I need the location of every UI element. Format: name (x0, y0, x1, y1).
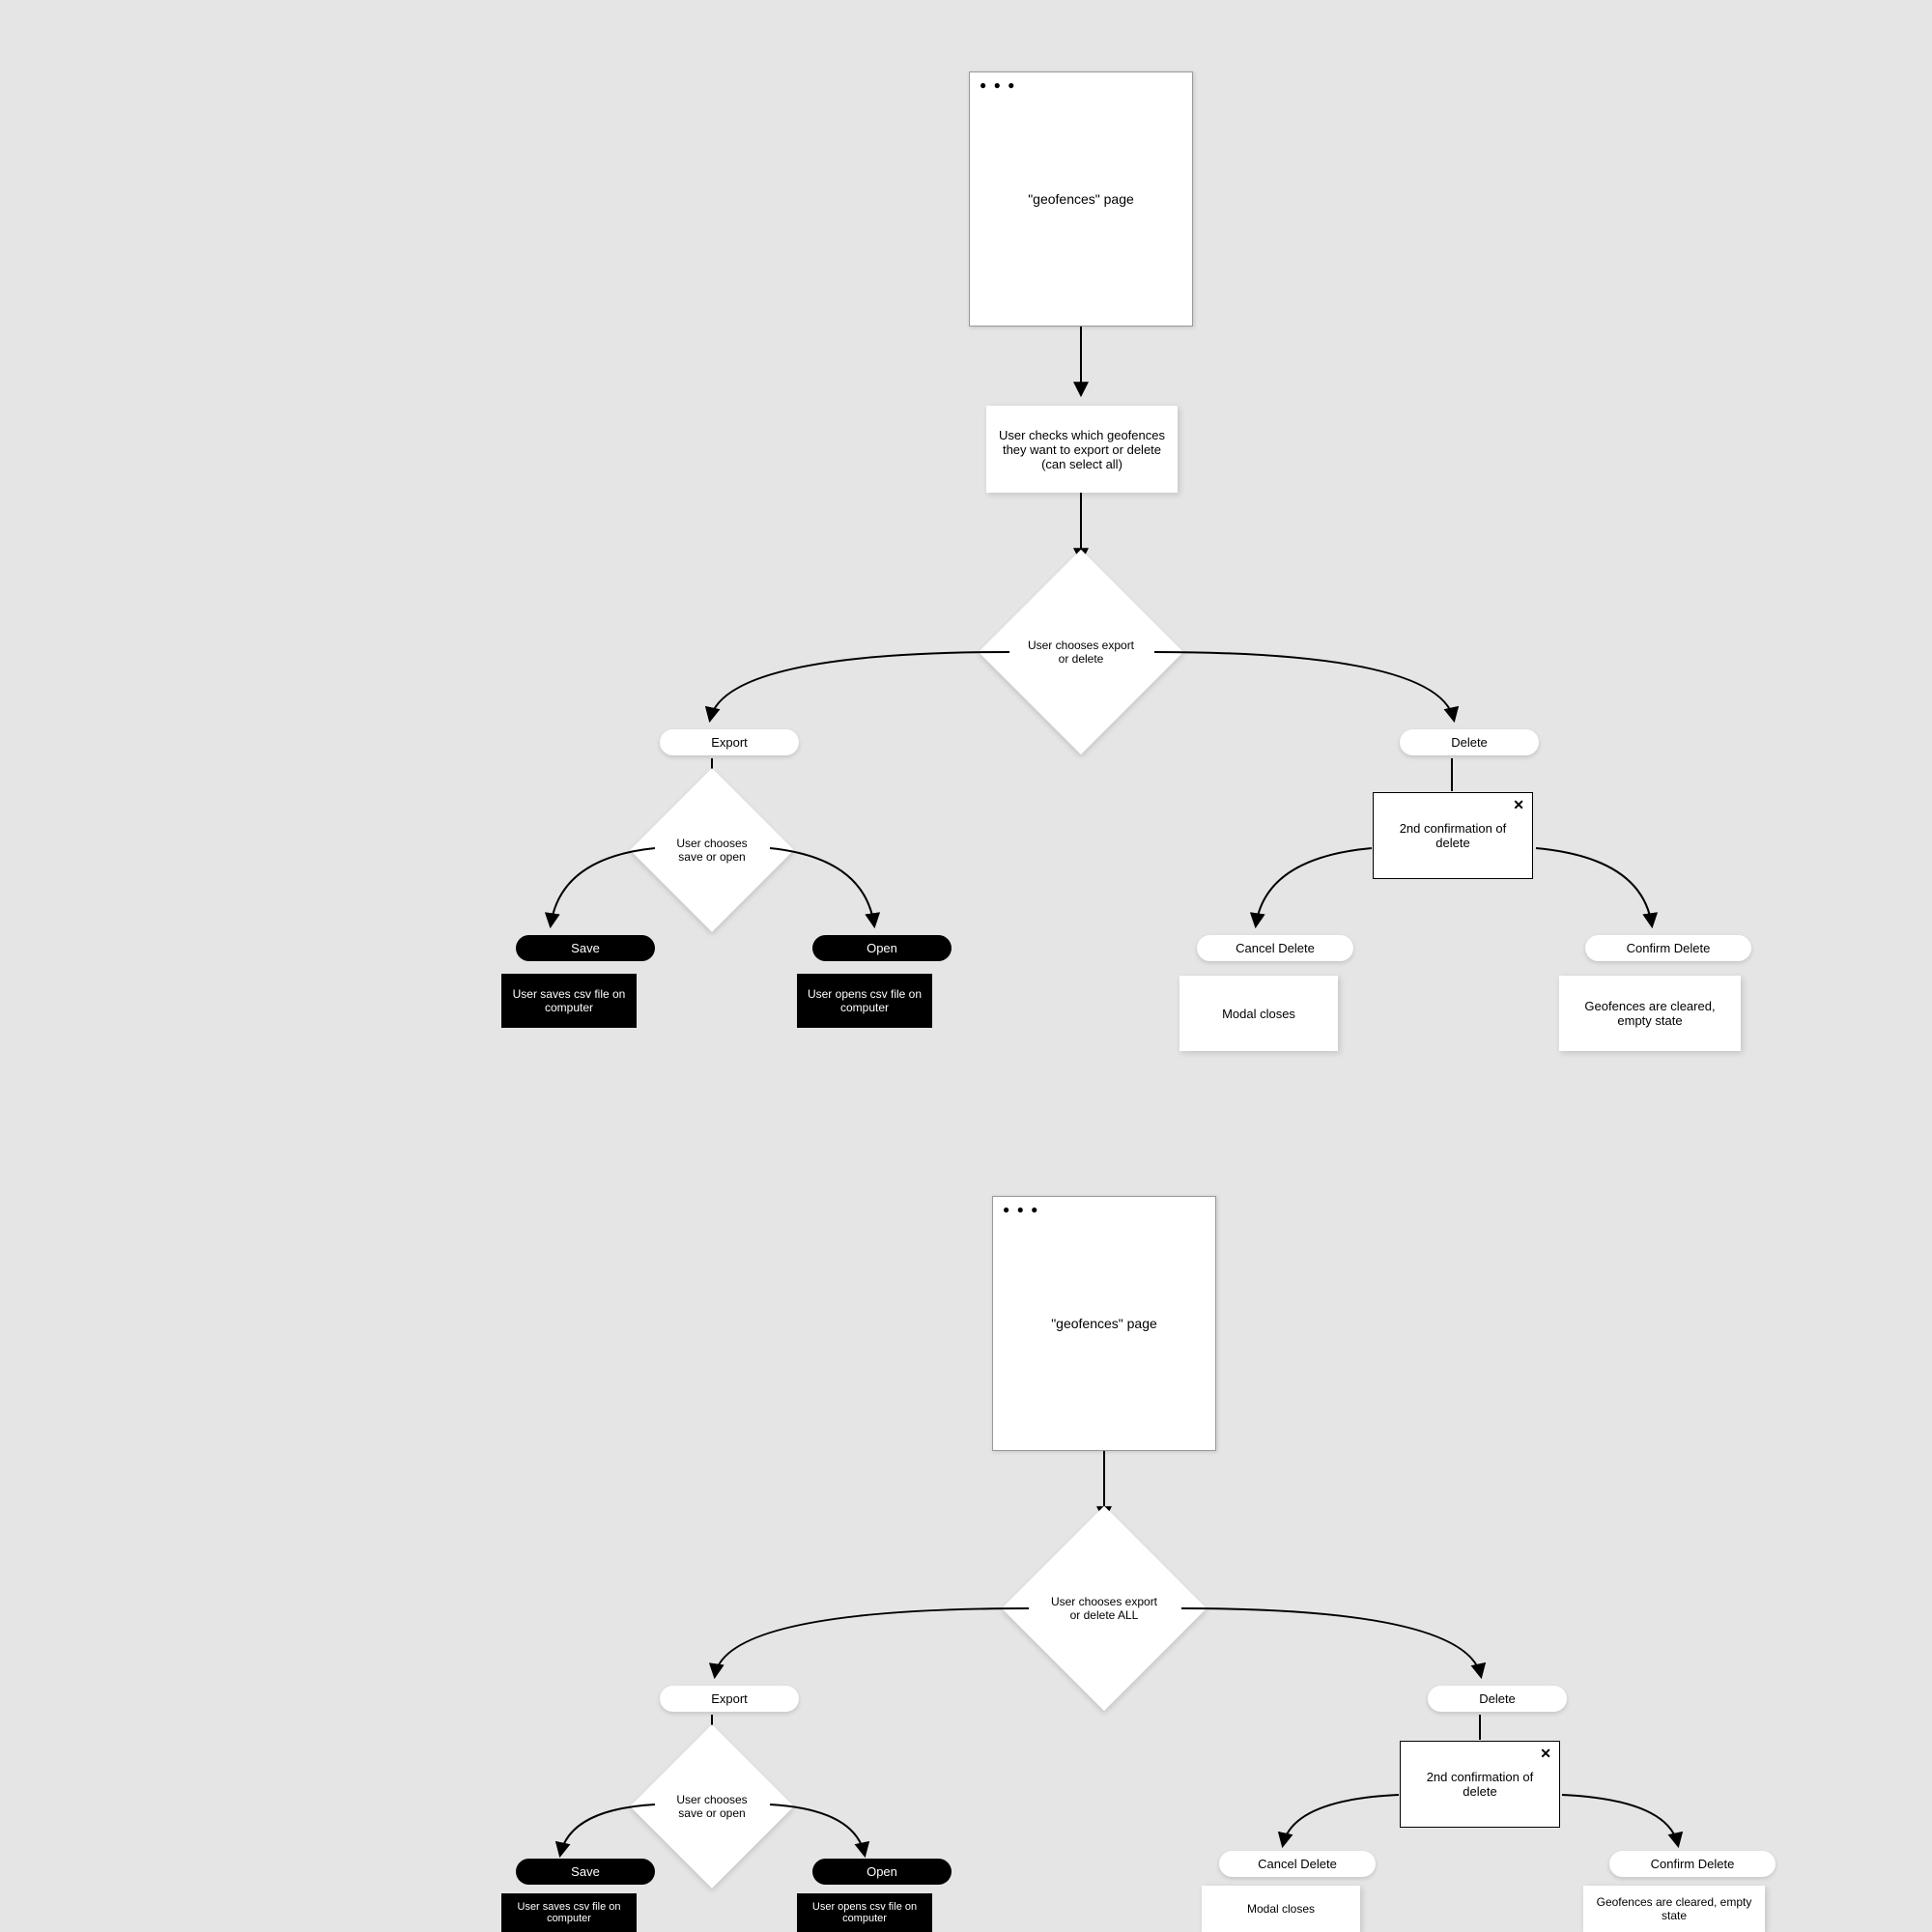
confirm-modal-text: 2nd confirmation of delete (1383, 821, 1522, 850)
open-label: Open (867, 941, 897, 955)
save-pill[interactable]: Save (516, 935, 655, 961)
decision-save-or-open: User chooses save or open (654, 792, 770, 908)
delete-confirm-modal: ✕ 2nd confirmation of delete (1373, 792, 1533, 879)
open-result-2: User opens csv file on computer (797, 1893, 932, 1932)
checks-step: User checks which geofences they want to… (986, 406, 1178, 493)
confirm-modal-text-2: 2nd confirmation of delete (1410, 1770, 1549, 1799)
start-window-2: ● ● ● "geofences" page (992, 1196, 1216, 1451)
window-dots-icon: ● ● ● (1003, 1203, 1039, 1216)
open-label-2: Open (867, 1864, 897, 1879)
save-or-open-text-2: User chooses save or open (654, 1793, 770, 1820)
open-result: User opens csv file on computer (797, 974, 932, 1028)
save-result-text-2: User saves csv file on computer (511, 1901, 627, 1924)
cancel-result: Modal closes (1179, 976, 1338, 1051)
cancel-delete-label: Cancel Delete (1236, 941, 1315, 955)
window-dots-icon: ● ● ● (980, 78, 1016, 92)
export-label-2: Export (711, 1691, 748, 1706)
decision-text: User chooses export or delete (1009, 639, 1153, 666)
delete-label: Delete (1451, 735, 1488, 750)
export-label: Export (711, 735, 748, 750)
open-pill[interactable]: Open (812, 935, 952, 961)
cancel-result-2: Modal closes (1202, 1886, 1360, 1932)
confirm-result-text-2: Geofences are cleared, empty state (1593, 1895, 1755, 1922)
close-icon[interactable]: ✕ (1513, 797, 1524, 813)
save-result: User saves csv file on computer (501, 974, 637, 1028)
open-result-text-2: User opens csv file on computer (807, 1901, 923, 1924)
cancel-delete-pill[interactable]: Cancel Delete (1197, 935, 1353, 961)
save-label-2: Save (571, 1864, 600, 1879)
decision-text-2: User chooses export or delete ALL (1032, 1595, 1177, 1622)
save-label: Save (571, 941, 600, 955)
confirm-result-text: Geofences are cleared, empty state (1569, 999, 1731, 1028)
decision-export-or-delete-all: User chooses export or delete ALL (1032, 1536, 1177, 1681)
cancel-delete-label-2: Cancel Delete (1258, 1857, 1337, 1871)
open-result-text: User opens csv file on computer (807, 987, 923, 1014)
delete-pill-2[interactable]: Delete (1428, 1686, 1567, 1712)
delete-label-2: Delete (1479, 1691, 1516, 1706)
confirm-result: Geofences are cleared, empty state (1559, 976, 1741, 1051)
export-pill[interactable]: Export (660, 729, 799, 755)
confirm-delete-pill-2[interactable]: Confirm Delete (1609, 1851, 1776, 1877)
decision-export-or-delete: User chooses export or delete (1009, 580, 1153, 724)
close-icon[interactable]: ✕ (1540, 1746, 1551, 1762)
delete-confirm-modal-2: ✕ 2nd confirmation of delete (1400, 1741, 1560, 1828)
confirm-result-2: Geofences are cleared, empty state (1583, 1886, 1765, 1932)
save-result-text: User saves csv file on computer (511, 987, 627, 1014)
cancel-result-text-2: Modal closes (1247, 1902, 1315, 1916)
save-pill-2[interactable]: Save (516, 1859, 655, 1885)
start-page-label-2: "geofences" page (1051, 1316, 1157, 1331)
open-pill-2[interactable]: Open (812, 1859, 952, 1885)
save-or-open-text: User chooses save or open (654, 837, 770, 864)
export-pill-2[interactable]: Export (660, 1686, 799, 1712)
confirm-delete-label: Confirm Delete (1627, 941, 1711, 955)
confirm-delete-label-2: Confirm Delete (1651, 1857, 1735, 1871)
delete-pill[interactable]: Delete (1400, 729, 1539, 755)
cancel-result-text: Modal closes (1222, 1007, 1295, 1021)
save-result-2: User saves csv file on computer (501, 1893, 637, 1932)
start-page-label: "geofences" page (1028, 191, 1134, 207)
checks-text: User checks which geofences they want to… (996, 428, 1168, 471)
cancel-delete-pill-2[interactable]: Cancel Delete (1219, 1851, 1376, 1877)
confirm-delete-pill[interactable]: Confirm Delete (1585, 935, 1751, 961)
start-window: ● ● ● "geofences" page (969, 71, 1193, 327)
decision-save-or-open-2: User chooses save or open (654, 1748, 770, 1864)
